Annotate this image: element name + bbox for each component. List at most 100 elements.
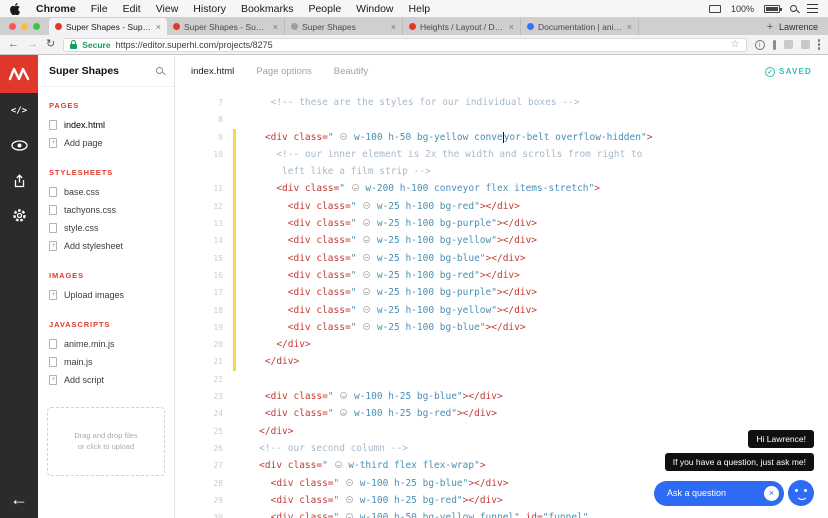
browser-tab[interactable]: Documentation | anime.js× xyxy=(521,18,639,35)
menu-item-help[interactable]: Help xyxy=(409,3,431,15)
browser-tab[interactable]: Heights / Layout / Docs / TAC× xyxy=(403,18,521,35)
preview-button[interactable] xyxy=(0,128,38,163)
sidebar-file-item[interactable]: main.js xyxy=(49,353,163,371)
editor-tab-filename[interactable]: index.html xyxy=(191,66,234,77)
menu-item-window[interactable]: Window xyxy=(356,3,393,15)
menu-item-edit[interactable]: Edit xyxy=(123,3,141,15)
sidebar-file-item[interactable]: tachyons.css xyxy=(49,201,163,219)
new-tab-button[interactable]: + xyxy=(761,21,779,35)
minimize-window-button[interactable] xyxy=(21,23,28,30)
class-collapse-icon[interactable] xyxy=(346,496,353,503)
apple-menu-icon[interactable] xyxy=(10,3,21,15)
class-collapse-icon[interactable] xyxy=(340,133,347,140)
url-text[interactable]: https://editor.superhi.com/projects/8275 xyxy=(116,40,273,50)
code-line[interactable]: 9 <div class=" w-100 h-50 bg-yellow conv… xyxy=(175,129,828,146)
secure-label[interactable]: Secure xyxy=(82,40,110,50)
code-line[interactable]: 8 xyxy=(175,111,828,128)
close-window-button[interactable] xyxy=(9,23,16,30)
extension-icon[interactable] xyxy=(784,40,793,49)
class-collapse-icon[interactable] xyxy=(363,323,370,330)
dismiss-chat-icon[interactable]: × xyxy=(764,486,779,501)
reload-button[interactable]: ↻ xyxy=(46,39,55,50)
class-collapse-icon[interactable] xyxy=(363,219,370,226)
extension-icon[interactable] xyxy=(801,40,810,49)
code-line[interactable]: 14 <div class=" w-25 h-100 bg-yellow"></… xyxy=(175,232,828,249)
menu-item-file[interactable]: File xyxy=(91,3,108,15)
code-line[interactable]: 7 <!-- these are the styles for our indi… xyxy=(175,94,828,111)
back-navigation-arrow[interactable]: ← xyxy=(0,489,38,510)
sidebar-file-item[interactable]: index.html xyxy=(49,116,163,134)
extension-icon[interactable] xyxy=(773,40,776,50)
code-line[interactable]: 17 <div class=" w-25 h-100 bg-purple"></… xyxy=(175,284,828,301)
class-collapse-icon[interactable] xyxy=(346,513,353,518)
code-line[interactable]: 21 </div> xyxy=(175,353,828,370)
class-collapse-icon[interactable] xyxy=(340,392,347,399)
battery-icon[interactable] xyxy=(764,5,780,13)
beautify-button[interactable]: Beautify xyxy=(334,66,368,77)
code-line[interactable]: 15 <div class=" w-25 h-100 bg-blue"></di… xyxy=(175,250,828,267)
sidebar-add-item[interactable]: Add script xyxy=(49,371,163,389)
page-options-button[interactable]: Page options xyxy=(256,66,311,77)
class-collapse-icon[interactable] xyxy=(363,236,370,243)
chrome-menu-icon[interactable] xyxy=(818,39,821,50)
spotlight-icon[interactable] xyxy=(790,5,797,12)
class-collapse-icon[interactable] xyxy=(352,184,359,191)
sidebar-file-item[interactable]: style.css xyxy=(49,219,163,237)
browser-tab[interactable]: Super Shapes× xyxy=(285,18,403,35)
info-extension-icon[interactable]: i xyxy=(755,40,765,50)
code-view-button[interactable]: </> xyxy=(0,93,38,128)
menu-item-chrome[interactable]: Chrome xyxy=(36,3,76,15)
code-line[interactable]: 30 <div class=" w-100 h-50 bg-yellow fun… xyxy=(175,509,828,518)
sidebar-add-item[interactable]: Add page xyxy=(49,134,163,152)
code-line[interactable]: 11 <div class=" w-200 h-100 conveyor fle… xyxy=(175,180,828,197)
class-collapse-icon[interactable] xyxy=(335,461,342,468)
class-collapse-icon[interactable] xyxy=(363,202,370,209)
class-collapse-icon[interactable] xyxy=(363,306,370,313)
sidebar-file-item[interactable]: base.css xyxy=(49,183,163,201)
class-collapse-icon[interactable] xyxy=(346,479,353,486)
code-line[interactable]: 16 <div class=" w-25 h-100 bg-red"></div… xyxy=(175,267,828,284)
tab-close-icon[interactable]: × xyxy=(273,22,278,32)
class-collapse-icon[interactable] xyxy=(363,254,370,261)
notification-center-icon[interactable] xyxy=(807,4,818,13)
code-line[interactable]: 19 <div class=" w-25 h-100 bg-blue"></di… xyxy=(175,319,828,336)
menu-item-people[interactable]: People xyxy=(308,3,341,15)
zoom-window-button[interactable] xyxy=(33,23,40,30)
sidebar-file-item[interactable]: anime.min.js xyxy=(49,335,163,353)
tab-close-icon[interactable]: × xyxy=(391,22,396,32)
code-line[interactable]: 24 <div class=" w-100 h-25 bg-red"></div… xyxy=(175,405,828,422)
ask-question-input[interactable]: Ask a question × xyxy=(654,481,784,506)
code-line[interactable]: 22 xyxy=(175,371,828,388)
class-collapse-icon[interactable] xyxy=(363,288,370,295)
tab-close-icon[interactable]: × xyxy=(509,22,514,32)
browser-profile-name[interactable]: Lawrence xyxy=(779,22,828,35)
tab-close-icon[interactable]: × xyxy=(627,22,632,32)
browser-tab[interactable]: Super Shapes - SuperHi× xyxy=(167,18,285,35)
browser-tab[interactable]: Super Shapes - SuperHi× xyxy=(49,18,167,35)
code-line[interactable]: 18 <div class=" w-25 h-100 bg-yellow"></… xyxy=(175,302,828,319)
bookmark-star-icon[interactable]: ☆ xyxy=(731,39,740,50)
display-icon[interactable] xyxy=(709,5,721,13)
code-line[interactable]: left like a film strip --> xyxy=(175,163,828,180)
file-dropzone[interactable]: Drag and drop files or click to upload xyxy=(47,407,165,476)
superhi-logo[interactable] xyxy=(0,55,38,93)
chat-smiley-button[interactable] xyxy=(788,480,814,506)
code-line[interactable]: 10 <!-- our inner element is 2x the widt… xyxy=(175,146,828,163)
class-collapse-icon[interactable] xyxy=(363,271,370,278)
secure-lock-icon[interactable] xyxy=(70,44,77,49)
settings-button[interactable] xyxy=(0,198,38,233)
code-line[interactable]: 12 <div class=" w-25 h-100 bg-red"></div… xyxy=(175,198,828,215)
menu-item-view[interactable]: View xyxy=(156,3,179,15)
sidebar-add-item[interactable]: Add stylesheet xyxy=(49,237,163,255)
address-bar[interactable]: Secure https://editor.superhi.com/projec… xyxy=(63,38,746,52)
menu-item-bookmarks[interactable]: Bookmarks xyxy=(241,3,294,15)
forward-button[interactable]: → xyxy=(27,39,38,50)
sidebar-add-item[interactable]: Upload images xyxy=(49,286,163,304)
code-line[interactable]: 13 <div class=" w-25 h-100 bg-purple"></… xyxy=(175,215,828,232)
menu-item-history[interactable]: History xyxy=(193,3,226,15)
search-icon[interactable] xyxy=(156,67,163,74)
code-line[interactable]: 23 <div class=" w-100 h-25 bg-blue"></di… xyxy=(175,388,828,405)
share-button[interactable] xyxy=(0,163,38,198)
tab-close-icon[interactable]: × xyxy=(156,22,161,32)
code-line[interactable]: 20 </div> xyxy=(175,336,828,353)
